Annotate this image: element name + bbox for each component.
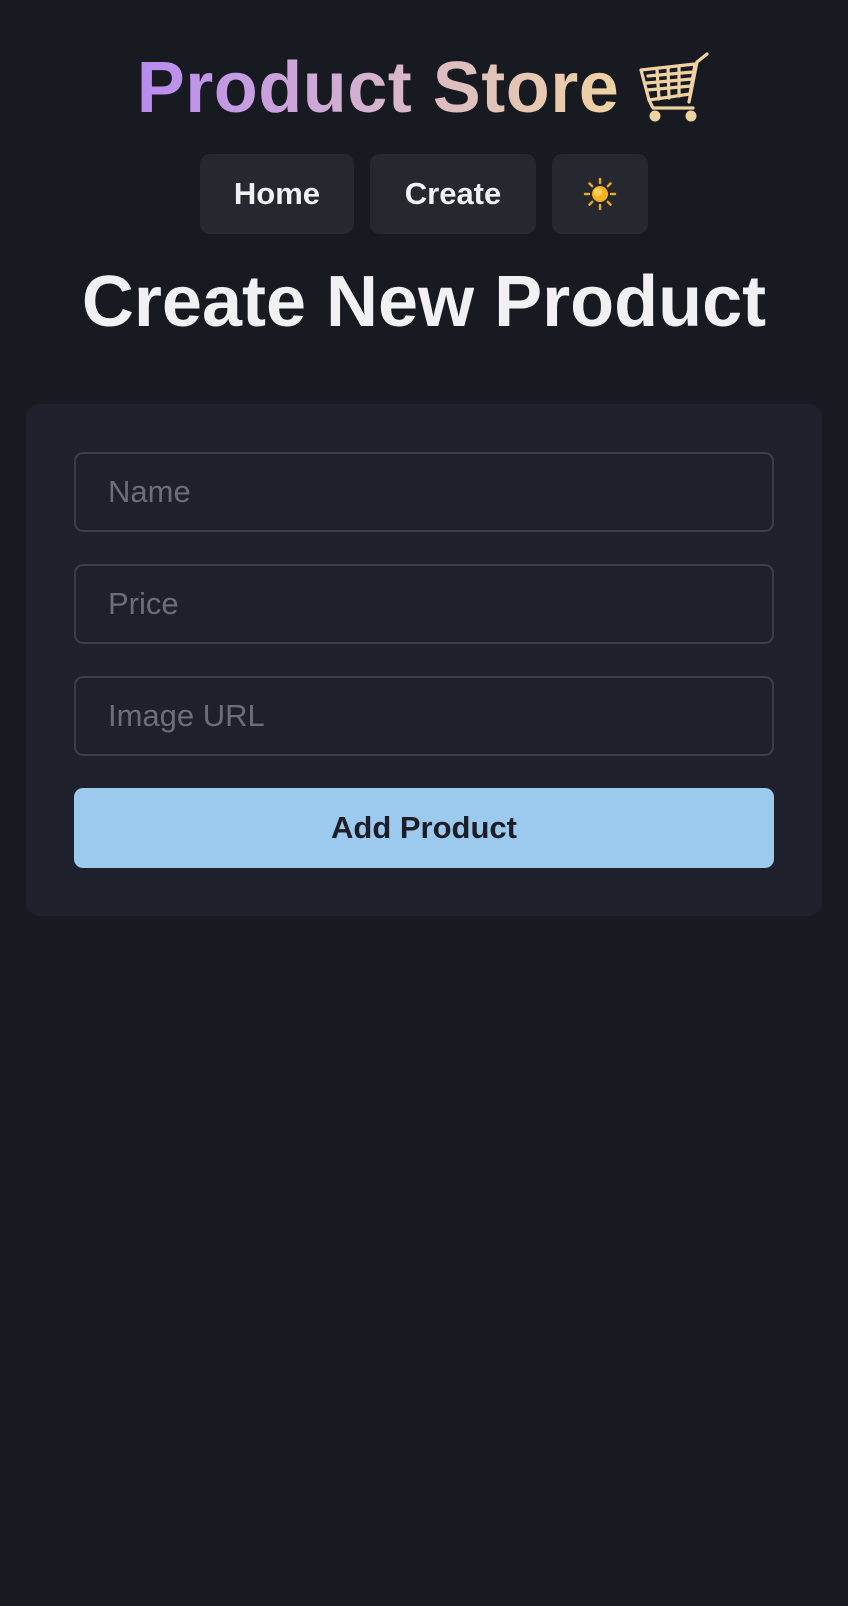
brand-header: Product Store <box>0 38 848 138</box>
main-nav: Home Create <box>0 154 848 234</box>
brand-title[interactable]: Product Store <box>137 52 620 124</box>
theme-toggle-button[interactable] <box>552 154 648 234</box>
product-form-card: Add Product <box>26 404 822 916</box>
home-button[interactable]: Home <box>200 154 354 234</box>
sun-icon <box>583 177 617 211</box>
shopping-cart-icon <box>635 50 711 126</box>
price-input[interactable] <box>74 564 774 644</box>
page-title: Create New Product <box>81 262 767 342</box>
create-button[interactable]: Create <box>370 154 536 234</box>
name-input[interactable] <box>74 452 774 532</box>
create-product-page: Product Store Home Create Create New Pro… <box>0 0 848 1606</box>
add-product-button[interactable]: Add Product <box>74 788 774 868</box>
image-url-input[interactable] <box>74 676 774 756</box>
